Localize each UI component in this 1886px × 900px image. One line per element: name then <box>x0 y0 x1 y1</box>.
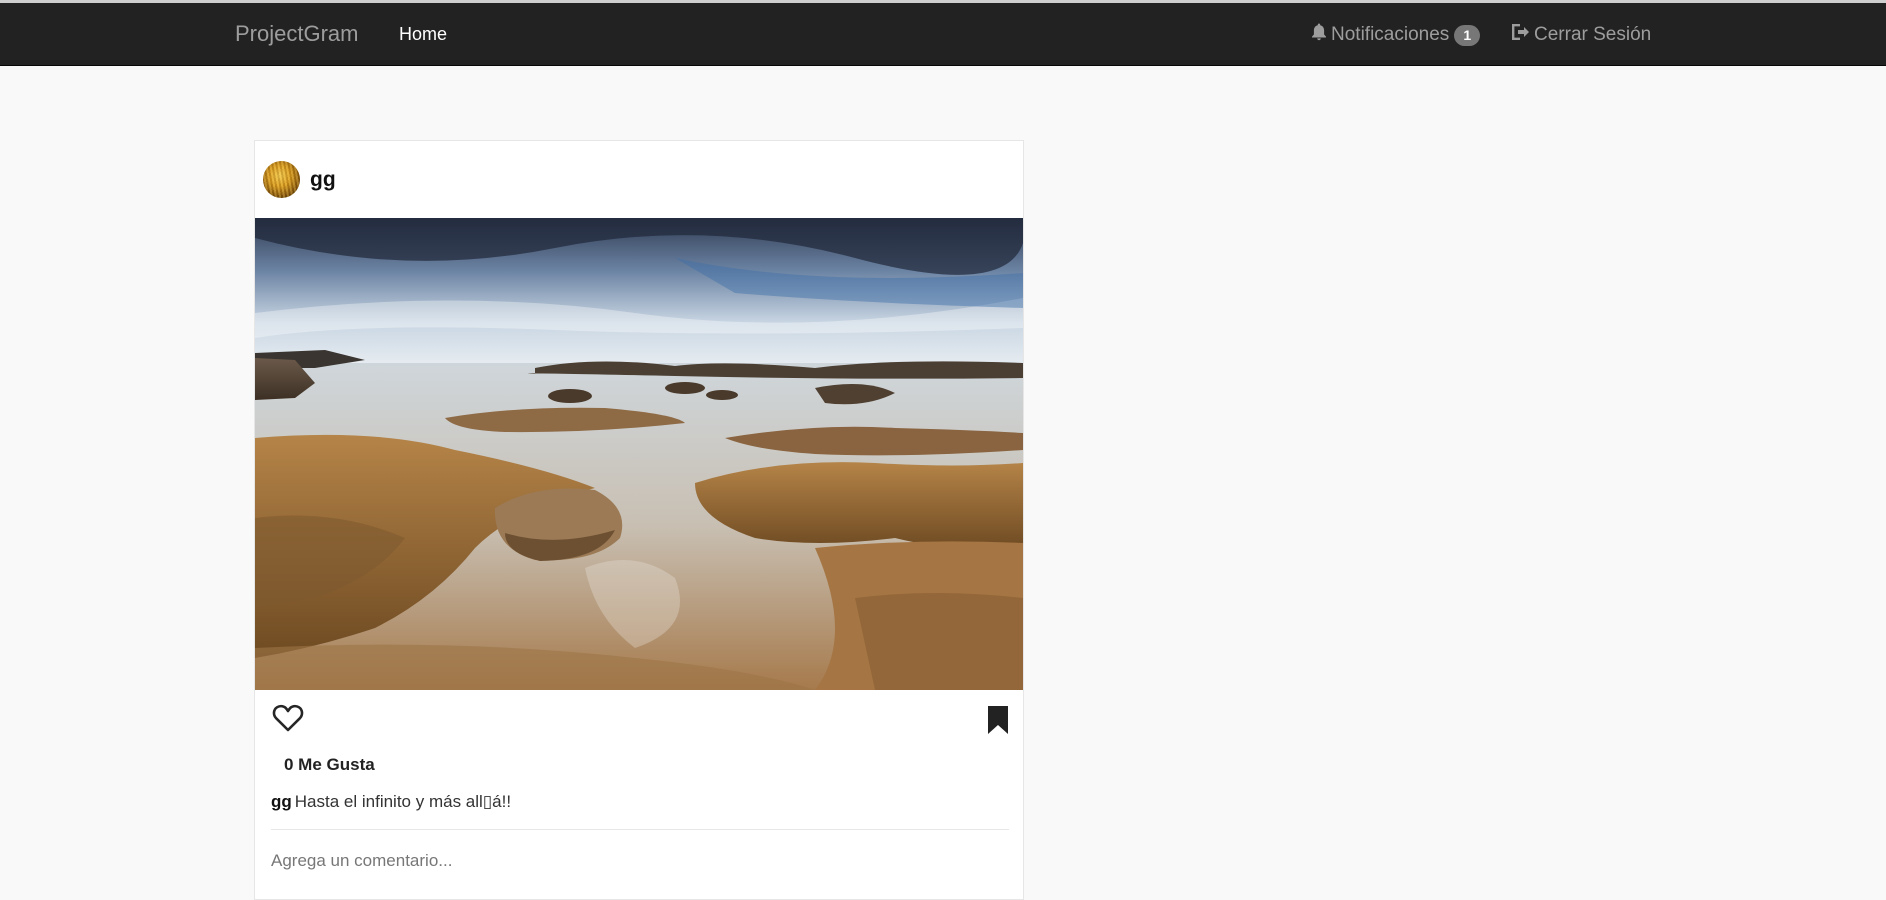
bookmark-icon[interactable] <box>986 705 1010 735</box>
caption-username[interactable]: gg <box>271 792 292 811</box>
logout-icon <box>1510 23 1530 47</box>
post-header: gg <box>255 141 1023 218</box>
bell-icon <box>1311 23 1327 47</box>
post-card: gg 0 Me Gusta gg Hasta el infinito y más… <box>254 140 1024 900</box>
logout-link[interactable]: Cerrar Sesión <box>1510 23 1651 47</box>
likes-count: 0 Me Gusta <box>284 755 375 774</box>
notifications-label: Notificaciones <box>1331 24 1450 45</box>
post-caption: gg Hasta el infinito y más all▯á!! <box>271 792 511 812</box>
avatar[interactable] <box>263 161 300 198</box>
caption-text: Hasta el infinito y más all▯á!! <box>294 792 512 811</box>
comment-divider <box>271 829 1009 830</box>
nav-home-link[interactable]: Home <box>399 24 447 45</box>
brand-link[interactable]: ProjectGram <box>235 21 358 47</box>
notifications-badge: 1 <box>1454 24 1481 46</box>
comment-input[interactable] <box>271 841 1009 881</box>
notifications-link[interactable]: Notificaciones 1 <box>1311 23 1481 47</box>
post-image[interactable] <box>255 218 1023 690</box>
post-username[interactable]: gg <box>310 168 336 192</box>
top-navbar: ProjectGram Home Notificaciones 1 Cerrar… <box>0 0 1886 66</box>
logout-label: Cerrar Sesión <box>1534 24 1652 45</box>
heart-icon[interactable] <box>272 703 304 733</box>
